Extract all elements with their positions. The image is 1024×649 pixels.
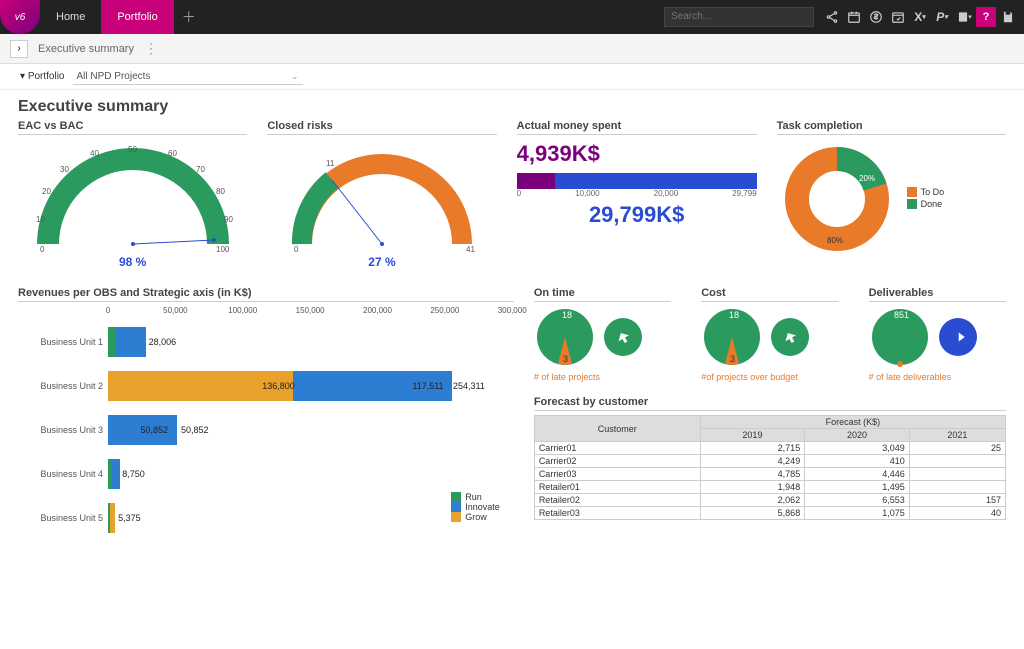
panel-title-deliv: Deliverables: [869, 287, 1006, 302]
rev-axis: 0 50,000 100,000 150,000 200,000 250,000…: [108, 306, 514, 320]
table-row: Retailer011,9481,495: [534, 481, 1005, 494]
tab-portfolio[interactable]: Portfolio: [101, 0, 173, 34]
th-forecast: Forecast (K$): [700, 416, 1005, 429]
cost-pie: 18 3: [701, 306, 763, 368]
deliv-pie: 851: [869, 306, 931, 368]
expand-sidebar-button[interactable]: ›: [10, 40, 28, 58]
deliv-trend-icon: [939, 318, 977, 356]
svg-text:40: 40: [90, 149, 99, 158]
ontime-pie: 18 3: [534, 306, 596, 368]
svg-text:90: 90: [224, 215, 233, 224]
deliv-caption: # of late deliverables: [869, 372, 1006, 382]
svg-text:60: 60: [168, 149, 177, 158]
eac-gauge: 0 10 20 30 40 50 60 70 80 90 100 98 %: [18, 139, 247, 269]
dashboard-main: Executive summary EAC vs BAC 01020 30405…: [0, 90, 1024, 649]
svg-text:0: 0: [40, 245, 45, 254]
search-wrap: [664, 6, 814, 27]
rev-legend: Run Innovate Grow: [451, 492, 500, 522]
svg-text:80%: 80%: [827, 236, 843, 245]
cost-trend-icon: [771, 318, 809, 356]
panel-title-cost: Cost: [701, 287, 838, 302]
panel-title-task: Task completion: [777, 120, 1006, 135]
ontime-trend-icon: [604, 318, 642, 356]
rev-row-bu5: Business Unit 5 5,375: [18, 496, 514, 540]
risks-value: 27 %: [368, 255, 395, 269]
legend-todo: To Do: [921, 187, 945, 197]
share-icon[interactable]: [822, 7, 842, 27]
ontime-caption: # of late projects: [534, 372, 671, 382]
toolbar-icons: X▾ P▾ ▾ ?: [822, 7, 1018, 27]
filter-label: Portfolio: [28, 71, 65, 82]
small-pies: On time 18 3 # of late projects: [534, 287, 1006, 382]
table-row: Carrier012,7153,04925: [534, 442, 1005, 455]
forecast-table: Customer Forecast (K$) 2019 2020 2021 Ca…: [534, 415, 1006, 520]
portfolio-select[interactable]: All NPD Projects ⌄: [73, 69, 303, 85]
svg-text:80: 80: [216, 187, 225, 196]
task-donut: 20% 80% To Do Done: [777, 139, 1006, 259]
legend-done: Done: [921, 199, 943, 209]
currency-icon[interactable]: [866, 7, 886, 27]
rev-row-bu4: Business Unit 4 8,750: [18, 452, 514, 496]
svg-text:11: 11: [326, 159, 335, 168]
table-row: Carrier024,249410: [534, 455, 1005, 468]
search-input[interactable]: [664, 7, 814, 27]
svg-text:0: 0: [294, 245, 299, 254]
table-row: Retailer022,0626,553157: [534, 494, 1005, 507]
svg-text:100: 100: [216, 245, 230, 254]
svg-text:50: 50: [128, 145, 137, 154]
panel-title-revenues: Revenues per OBS and Strategic axis (in …: [18, 287, 514, 302]
table-row: Retailer035,8681,07540: [534, 507, 1005, 520]
schedule-icon[interactable]: [888, 7, 908, 27]
cost-caption: #of projects over budget: [701, 372, 838, 382]
rev-row-bu1: Business Unit 1 28,006: [18, 320, 514, 364]
page-title: Executive summary: [18, 98, 1006, 116]
svg-text:20%: 20%: [859, 174, 875, 183]
svg-text:41: 41: [466, 245, 475, 254]
svg-text:18: 18: [562, 310, 572, 320]
panel-title-ontime: On time: [534, 287, 671, 302]
svg-text:70: 70: [196, 165, 205, 174]
portfolio-selected-value: All NPD Projects: [77, 71, 151, 82]
svg-text:3: 3: [563, 354, 568, 364]
x-menu-icon[interactable]: X▾: [910, 7, 930, 27]
risks-gauge: 0 11 41 27 %: [267, 139, 496, 269]
app-logo: v6: [0, 0, 40, 34]
svg-text:3: 3: [730, 354, 735, 364]
top-bar: v6 Home Portfolio ＋ X▾ P▾ ▾ ?: [0, 0, 1024, 34]
rev-row-bu2: Business Unit 2 136,800 117,511 254,311: [18, 364, 514, 408]
main-tabs: Home Portfolio: [40, 0, 174, 34]
money-bar: [517, 173, 757, 189]
money-spent-value: 4,939K$: [517, 141, 757, 167]
table-row: Carrier034,7854,446: [534, 468, 1005, 481]
help-icon[interactable]: ?: [976, 7, 996, 27]
th-customer: Customer: [534, 416, 700, 442]
eac-value: 98 %: [119, 255, 146, 269]
add-tab-button[interactable]: ＋: [174, 7, 204, 27]
breadcrumb-bar: › Executive summary ⋮: [0, 34, 1024, 64]
p-menu-icon[interactable]: P▾: [932, 7, 952, 27]
chevron-down-icon: ⌄: [291, 71, 299, 82]
svg-text:851: 851: [894, 310, 909, 320]
panel-title-forecast: Forecast by customer: [534, 396, 1006, 411]
money-budget-value: 29,799K$: [517, 202, 757, 228]
breadcrumb-label: Executive summary: [38, 43, 134, 55]
tab-home[interactable]: Home: [40, 0, 101, 34]
svg-text:10: 10: [36, 215, 45, 224]
panel-title-eac: EAC vs BAC: [18, 120, 247, 135]
panel-title-risks: Closed risks: [267, 120, 496, 135]
calendar-icon[interactable]: [844, 7, 864, 27]
panel-title-money: Actual money spent: [517, 120, 757, 135]
filter-bar: ▾ Portfolio All NPD Projects ⌄: [0, 64, 1024, 90]
breadcrumb-more-icon[interactable]: ⋮: [144, 40, 158, 57]
save-icon[interactable]: [998, 7, 1018, 27]
svg-text:20: 20: [42, 187, 51, 196]
svg-text:18: 18: [729, 310, 739, 320]
export-icon[interactable]: ▾: [954, 7, 974, 27]
rev-row-bu3: Business Unit 3 50,852 50,852: [18, 408, 514, 452]
money-ticks: 010,00020,00029,799: [517, 189, 757, 198]
svg-text:30: 30: [60, 165, 69, 174]
